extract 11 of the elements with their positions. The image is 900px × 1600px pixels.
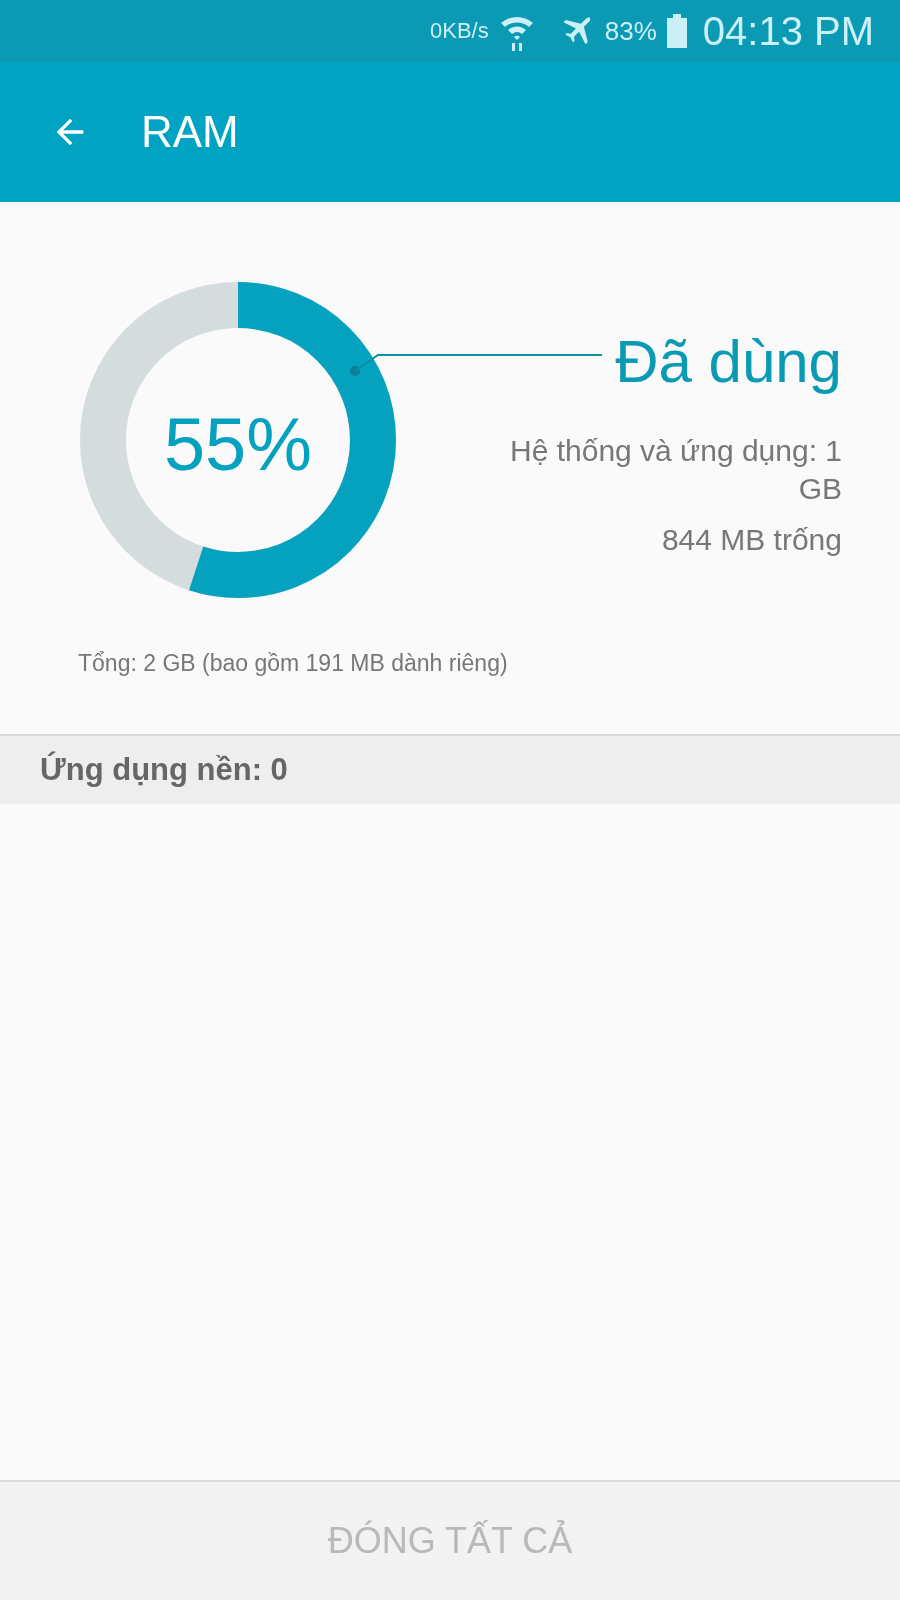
clock: 04:13 PM bbox=[702, 8, 874, 54]
total-memory: Tổng: 2 GB (bao gồm 191 MB dành riêng) bbox=[78, 650, 508, 676]
free-memory: 844 MB trống bbox=[661, 522, 842, 558]
network-speed: 0KB/s bbox=[430, 18, 489, 44]
battery-percent: 83% bbox=[604, 15, 657, 47]
system-apps-usage: Hệ thống và ứng dụng: 1 GB bbox=[509, 433, 842, 507]
background-apps-count: Ứng dụng nền: 0 bbox=[40, 752, 288, 788]
used-label: Đã dùng bbox=[615, 332, 842, 392]
usage-percent: 55% bbox=[162, 402, 314, 487]
battery-icon bbox=[666, 14, 687, 48]
screen-title: RAM bbox=[141, 107, 239, 157]
